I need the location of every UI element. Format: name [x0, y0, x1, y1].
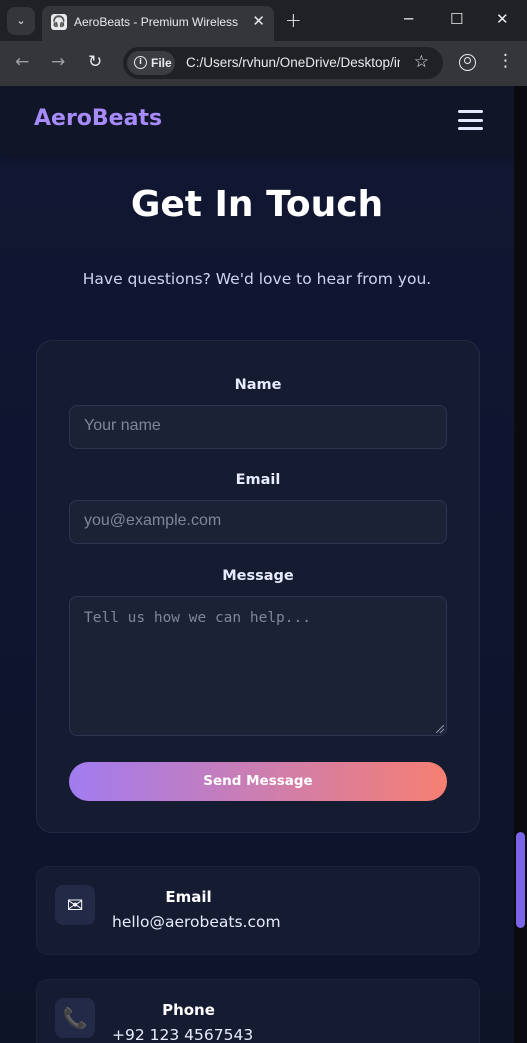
page-scrollbar[interactable] [514, 86, 527, 1043]
contact-info-phone-title: Phone [162, 1001, 215, 1019]
name-label: Name [234, 377, 282, 393]
name-input[interactable]: Your name [69, 405, 447, 449]
contact-info-email-card: ✉ Email hello@aerobeats.com [36, 866, 480, 955]
contact-info-phone-card: 📞 Phone +92 123 4567543 [36, 979, 480, 1043]
close-tab-icon[interactable]: ✕ [252, 12, 265, 30]
reload-icon[interactable]: ↻ [88, 52, 102, 72]
site-logo[interactable]: AeroBeats [34, 106, 162, 131]
phone-icon: 📞 [55, 998, 95, 1038]
address-bar[interactable]: i File C:/Users/rvhun/OneDrive/Desktop/i… [123, 47, 443, 79]
browser-tab-strip: ⌄ 🎧 AeroBeats - Premium Wireless Headpho… [0, 0, 527, 41]
site-navbar: AeroBeats [0, 86, 514, 154]
resize-handle-icon[interactable] [436, 725, 444, 733]
browser-tab[interactable]: 🎧 AeroBeats - Premium Wireless Headphone… [42, 6, 274, 41]
message-textarea[interactable]: Tell us how we can help... [69, 596, 447, 736]
envelope-icon: ✉ [55, 885, 95, 925]
info-icon: i [134, 56, 147, 69]
contact-info-email-title: Email [165, 888, 212, 906]
tab-title: AeroBeats - Premium Wireless Headphones [74, 15, 242, 29]
chevron-down-icon: ⌄ [16, 14, 26, 27]
email-input[interactable]: you@example.com [69, 500, 447, 544]
site-info-label: File [151, 56, 172, 70]
message-label: Message [222, 568, 294, 584]
contact-info-email-value: hello@aerobeats.com [112, 913, 281, 931]
back-arrow-icon[interactable]: ← [15, 52, 29, 72]
message-textarea-placeholder: Tell us how we can help... [84, 610, 311, 626]
site-info-chip[interactable]: i File [127, 51, 175, 75]
url-text[interactable]: C:/Users/rvhun/OneDrive/Desktop/index.ht… [186, 55, 400, 70]
email-label: Email [235, 472, 281, 488]
name-input-placeholder: Your name [84, 417, 161, 434]
contact-form: Name Your name Email you@example.com Mes… [36, 340, 480, 833]
hamburger-menu-icon[interactable] [458, 110, 483, 130]
maximize-button[interactable]: ☐ [450, 10, 463, 28]
send-message-button[interactable]: Send Message [69, 762, 447, 801]
browser-menu-icon[interactable]: ⋮ [497, 51, 514, 71]
window-close-button[interactable]: ✕ [496, 10, 509, 28]
forward-arrow-icon[interactable]: → [51, 52, 65, 72]
headphones-favicon-icon: 🎧 [51, 14, 67, 30]
contact-section-subtitle: Have questions? We'd love to hear from y… [82, 270, 432, 288]
contact-info-phone-value: +92 123 4567543 [112, 1026, 254, 1043]
browser-toolbar: ← → ↻ i File C:/Users/rvhun/OneDrive/Des… [0, 41, 527, 86]
contact-section-title: Get In Touch [130, 184, 384, 225]
bookmark-star-icon[interactable]: ☆ [414, 52, 429, 72]
tab-search-button[interactable]: ⌄ [7, 7, 35, 35]
page-viewport: AeroBeats Get In Touch Have questions? W… [0, 86, 514, 1043]
scrollbar-thumb[interactable] [516, 832, 525, 928]
profile-icon[interactable] [459, 54, 476, 71]
email-input-placeholder: you@example.com [84, 512, 222, 529]
new-tab-button[interactable]: + [285, 8, 302, 32]
minimize-button[interactable]: ─ [404, 10, 413, 28]
